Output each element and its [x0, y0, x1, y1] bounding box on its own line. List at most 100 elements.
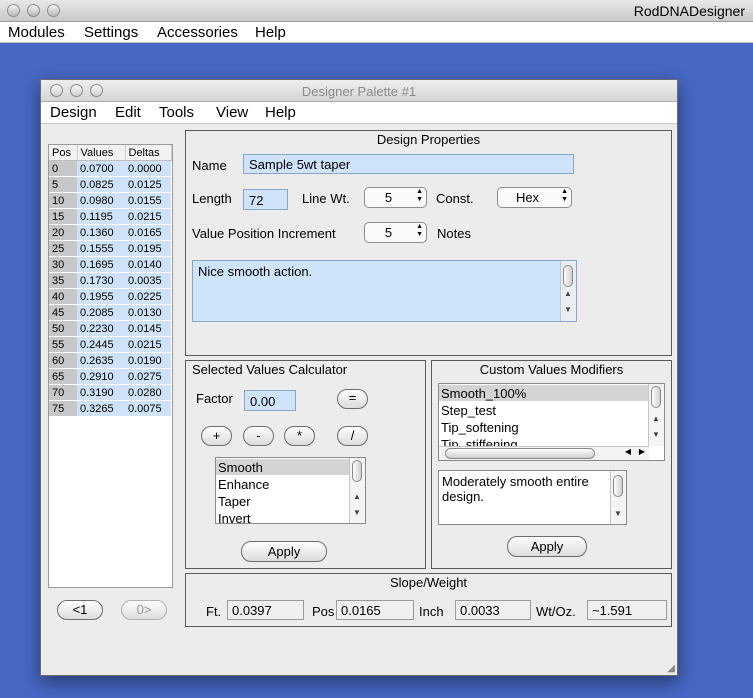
menu-palette-help[interactable]: Help [265, 104, 296, 121]
scroll-thumb[interactable] [563, 265, 573, 287]
delta-cell[interactable]: 0.0280 [125, 384, 171, 401]
pos-cell[interactable]: 50 [49, 320, 77, 337]
menu-tools[interactable]: Tools [159, 104, 194, 121]
values-grid[interactable]: Pos Values Deltas 0 0.0700 0.0000 5 0.0825 0.… [49, 145, 172, 417]
line-wt-spinner[interactable]: 5 ▲ ▼ [364, 187, 427, 208]
const-select[interactable]: Hex ▲ ▼ [497, 187, 572, 208]
menu-settings[interactable]: Settings [84, 24, 138, 41]
value-cell[interactable]: 0.1695 [77, 256, 125, 273]
pos-cell[interactable]: 45 [49, 304, 77, 321]
pos-cell[interactable]: 20 [49, 224, 77, 241]
custom-apply-button[interactable]: Apply [507, 536, 587, 557]
scroll-up-icon[interactable]: ▲ [564, 289, 572, 298]
value-cell[interactable]: 0.1360 [77, 224, 125, 241]
length-field[interactable]: 72 [243, 189, 288, 210]
scroll-up-icon[interactable]: ▲ [353, 492, 361, 501]
menu-help[interactable]: Help [255, 24, 286, 41]
scroll-down-icon[interactable]: ▼ [353, 508, 361, 517]
menu-design[interactable]: Design [50, 104, 97, 121]
scroll-down-icon[interactable]: ▼ [614, 509, 622, 518]
list-item-taper[interactable]: Taper [218, 494, 251, 509]
list-item-tip-softening[interactable]: Tip_softening [441, 420, 519, 435]
list-item-smooth[interactable]: Smooth [218, 460, 263, 475]
close-window-icon[interactable] [7, 4, 20, 17]
factor-field[interactable]: 0.00 [244, 390, 296, 411]
pos-cell[interactable]: 40 [49, 288, 77, 305]
menu-edit[interactable]: Edit [115, 104, 141, 121]
resize-grip-icon[interactable]: ◢ [667, 663, 675, 674]
add-button[interactable]: + [201, 426, 232, 446]
table-row[interactable]: 55 0.2445 0.0215 [49, 336, 171, 353]
delta-cell[interactable]: 0.0190 [125, 352, 171, 369]
list-item-invert[interactable]: Invert [218, 511, 251, 524]
table-row[interactable]: 25 0.1555 0.0195 [49, 240, 171, 257]
column-header-values[interactable]: Values [77, 145, 126, 161]
values-table[interactable]: Pos Values Deltas 0 0.0700 0.0000 5 0.0825 0.… [48, 144, 173, 588]
scroll-left-icon[interactable]: ◀ [625, 447, 631, 456]
delta-cell[interactable]: 0.0035 [125, 272, 171, 289]
delta-cell[interactable]: 0.0195 [125, 240, 171, 257]
multiply-button[interactable]: * [284, 426, 315, 446]
zoom-window-icon[interactable] [47, 4, 60, 17]
delta-cell[interactable]: 0.0155 [125, 192, 171, 209]
subtract-button[interactable]: - [243, 426, 274, 446]
prev-button[interactable]: <1 [57, 600, 103, 620]
delta-cell[interactable]: 0.0275 [125, 368, 171, 385]
pos-cell[interactable]: 65 [49, 368, 77, 385]
description-scrollbar[interactable]: ▼ [610, 471, 626, 524]
value-cell[interactable]: 0.3265 [77, 400, 125, 417]
list-item-tip-stiffening[interactable]: Tip_stiffening [441, 437, 518, 446]
value-cell[interactable]: 0.3190 [77, 384, 125, 401]
scroll-down-icon[interactable]: ▼ [652, 430, 660, 439]
delta-cell[interactable]: 0.0145 [125, 320, 171, 337]
pos-cell[interactable]: 0 [49, 160, 77, 177]
table-row[interactable]: 5 0.0825 0.0125 [49, 176, 171, 193]
table-row[interactable]: 50 0.2230 0.0145 [49, 320, 171, 337]
pos-cell[interactable]: 35 [49, 272, 77, 289]
table-row[interactable]: 60 0.2635 0.0190 [49, 352, 171, 369]
select-arrows-icon[interactable]: ▲ ▼ [561, 188, 568, 204]
value-cell[interactable]: 0.0700 [77, 160, 125, 177]
pos-cell[interactable]: 15 [49, 208, 77, 225]
palette-titlebar[interactable]: Designer Palette #1 [41, 80, 677, 102]
scroll-down-icon[interactable]: ▼ [564, 305, 572, 314]
spinner-arrows-icon[interactable]: ▲ ▼ [416, 223, 423, 239]
table-row[interactable]: 35 0.1730 0.0035 [49, 272, 171, 289]
equals-button[interactable]: = [337, 389, 368, 409]
menu-view[interactable]: View [216, 104, 248, 121]
pos-cell[interactable]: 75 [49, 400, 77, 417]
value-cell[interactable]: 0.0980 [77, 192, 125, 209]
calc-list-scrollbar[interactable]: ▲ ▼ [349, 458, 365, 523]
calculator-apply-button[interactable]: Apply [241, 541, 327, 562]
menu-modules[interactable]: Modules [8, 24, 65, 41]
hscroll-thumb[interactable] [445, 448, 595, 459]
pos-cell[interactable]: 70 [49, 384, 77, 401]
delta-cell[interactable]: 0.0215 [125, 336, 171, 353]
delta-cell[interactable]: 0.0140 [125, 256, 171, 273]
table-row[interactable]: 65 0.2910 0.0275 [49, 368, 171, 385]
value-cell[interactable]: 0.0825 [77, 176, 125, 193]
custom-list-vscrollbar[interactable]: ▲ ▼ [648, 384, 664, 446]
spinner-arrows-icon[interactable]: ▲ ▼ [416, 188, 423, 204]
minimize-window-icon[interactable] [27, 4, 40, 17]
delta-cell[interactable]: 0.0075 [125, 400, 171, 417]
delta-cell[interactable]: 0.0000 [125, 160, 171, 177]
table-row[interactable]: 30 0.1695 0.0140 [49, 256, 171, 273]
delta-cell[interactable]: 0.0215 [125, 208, 171, 225]
table-row[interactable]: 10 0.0980 0.0155 [49, 192, 171, 209]
notes-scrollbar[interactable]: ▲ ▼ [560, 261, 576, 321]
value-cell[interactable]: 0.2445 [77, 336, 125, 353]
divide-button[interactable]: / [337, 426, 368, 446]
pos-cell[interactable]: 55 [49, 336, 77, 353]
scroll-right-icon[interactable]: ▶ [639, 447, 645, 456]
table-row[interactable]: 40 0.1955 0.0225 [49, 288, 171, 305]
table-row[interactable]: 15 0.1195 0.0215 [49, 208, 171, 225]
table-row[interactable]: 45 0.2085 0.0130 [49, 304, 171, 321]
value-cell[interactable]: 0.2085 [77, 304, 125, 321]
value-cell[interactable]: 0.1195 [77, 208, 125, 225]
calculator-function-list[interactable]: Smooth Enhance Taper Invert ▲ ▼ [215, 457, 366, 524]
value-cell[interactable]: 0.2635 [77, 352, 125, 369]
table-row[interactable]: 20 0.1360 0.0165 [49, 224, 171, 241]
value-cell[interactable]: 0.1730 [77, 272, 125, 289]
value-cell[interactable]: 0.1955 [77, 288, 125, 305]
